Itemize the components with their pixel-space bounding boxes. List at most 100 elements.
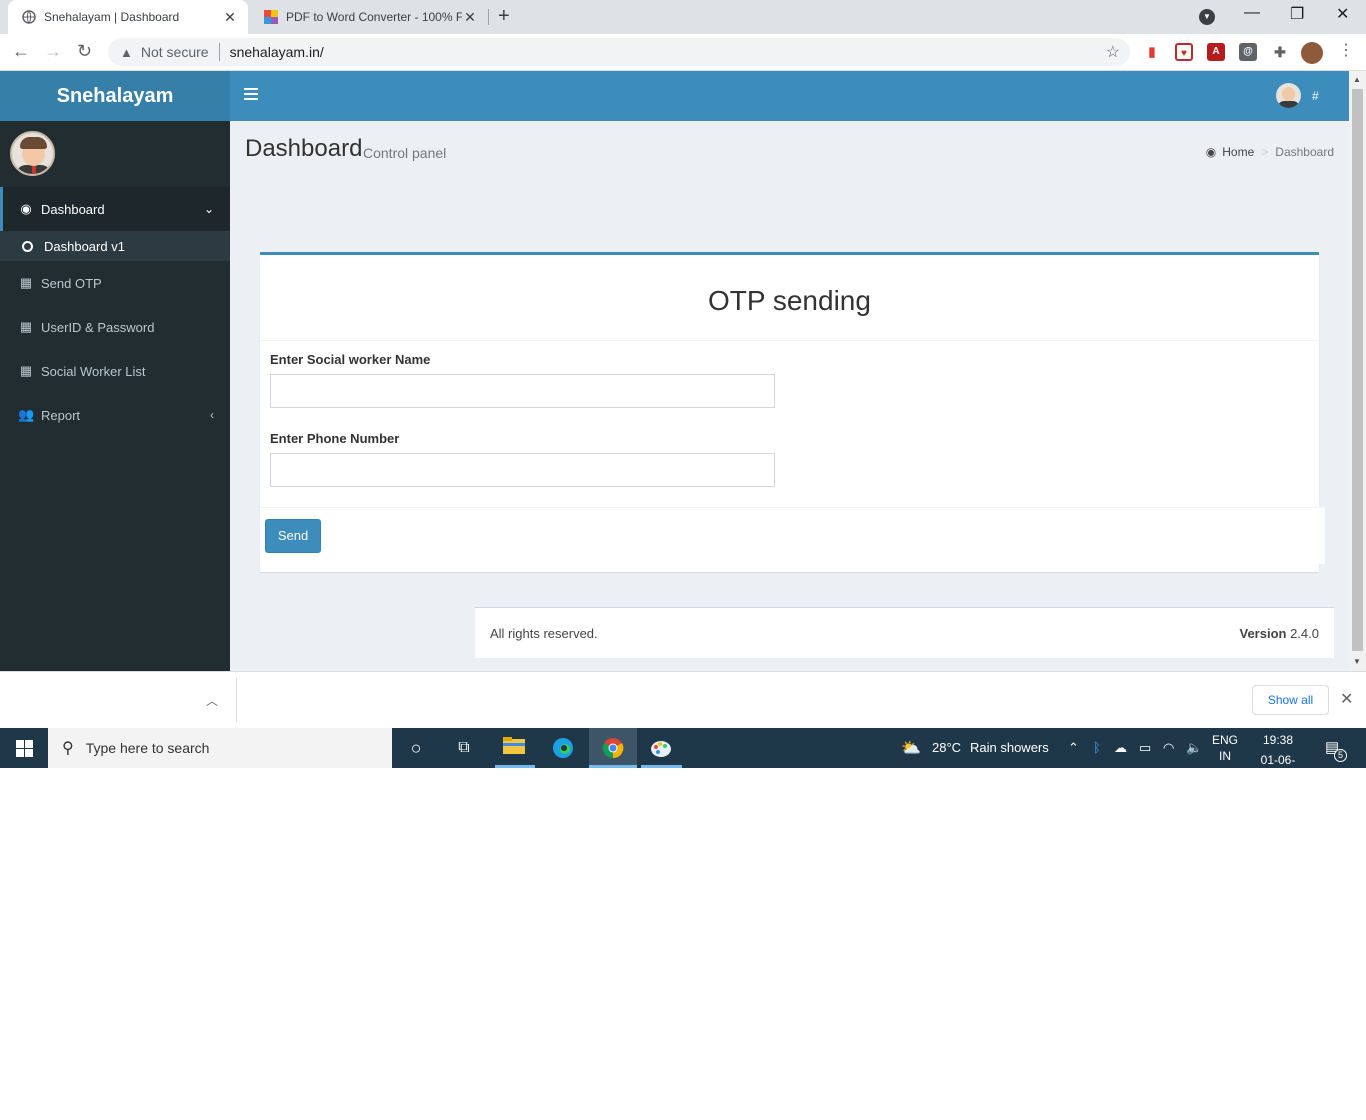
page-footer: All rights reserved. Version 2.4.0 — [475, 607, 1334, 658]
back-icon[interactable]: ← — [12, 42, 30, 60]
chevron-left-icon: ‹ — [210, 408, 214, 422]
breadcrumb: ◉ Home > Dashboard — [1206, 145, 1334, 159]
language-indicator[interactable]: ENG IN — [1212, 732, 1238, 764]
close-icon[interactable]: ✕ — [1340, 689, 1353, 709]
edge-icon[interactable] — [552, 737, 574, 759]
sidebar-item-send-otp[interactable]: ▦ Send OTP — [0, 261, 230, 305]
send-button[interactable]: Send — [265, 519, 321, 553]
chevron-down-icon: ⌄ — [203, 202, 214, 216]
scroll-thumb[interactable] — [1352, 89, 1363, 651]
page-scrollbar[interactable]: ▲ ▼ — [1349, 71, 1366, 671]
search-icon: ⚲ — [62, 740, 74, 757]
at-sign-icon[interactable]: @ — [1239, 43, 1257, 61]
tab-title: PDF to Word Converter - 100% F — [286, 10, 462, 24]
sidebar: Snehalayam ◉ Dashboard ⌄ Dashboard v1 ▦ … — [0, 71, 230, 671]
pocket-icon[interactable]: ♥ — [1175, 43, 1193, 61]
profile-avatar[interactable] — [1301, 42, 1323, 64]
clock[interactable]: 19:38 01-06-2021 — [1248, 732, 1308, 784]
tab-pdf-converter[interactable]: PDF to Word Converter - 100% F ✕ — [250, 0, 488, 34]
restore-icon[interactable]: ❐ — [1290, 4, 1304, 24]
extension-icon[interactable]: ▮ — [1143, 43, 1161, 61]
sidebar-item-label: Report — [41, 407, 81, 423]
color-grid-icon — [264, 10, 278, 24]
chevron-up-icon[interactable]: ︿ — [206, 692, 218, 709]
reload-icon[interactable]: ↻ — [77, 42, 92, 60]
sidebar-item-dashboard[interactable]: ◉ Dashboard ⌄ — [0, 187, 230, 231]
taskbar-search-placeholder: Type here to search — [85, 740, 210, 756]
task-view-icon[interactable]: ⧉ — [453, 737, 475, 759]
phone-number-input[interactable] — [270, 453, 775, 487]
chrome-icon[interactable] — [602, 737, 624, 759]
tab-search-icon[interactable]: ▼ — [1199, 9, 1215, 25]
sidebar-item-label: UserID & Password — [41, 319, 155, 335]
download-divider — [236, 678, 237, 722]
windows-start-icon[interactable] — [16, 740, 33, 757]
menu-dots-icon[interactable]: ⋮ — [1338, 42, 1354, 60]
close-tab-icon[interactable]: ✕ — [222, 9, 238, 26]
notification-badge: 5 — [1334, 749, 1347, 762]
close-tab-icon[interactable]: ✕ — [462, 9, 478, 26]
file-explorer-icon[interactable] — [503, 737, 525, 759]
breadcrumb-home[interactable]: Home — [1222, 145, 1254, 159]
calendar-icon: ▦ — [19, 275, 33, 290]
puzzle-icon[interactable]: ✚ — [1271, 43, 1289, 61]
sidebar-item-report[interactable]: 👥 Report ‹ — [0, 393, 230, 437]
bluetooth-icon[interactable]: ᛒ — [1093, 740, 1101, 755]
forward-icon[interactable]: → — [44, 42, 62, 60]
paint-icon[interactable] — [650, 737, 672, 759]
form-footer: Send — [260, 507, 1325, 564]
weather-icon[interactable]: ⛅ — [901, 738, 921, 758]
security-label: Not secure — [140, 44, 209, 60]
tab-snehalayam[interactable]: Snehalayam | Dashboard ✕ — [8, 0, 248, 34]
tab-title: Snehalayam | Dashboard — [44, 10, 180, 24]
scroll-up-icon[interactable]: ▲ — [1353, 75, 1361, 84]
address-bar: ← → ↻ ▲ Not secure snehalayam.in/ ☆ ▮ ♥ … — [0, 34, 1366, 71]
brand-logo[interactable]: Snehalayam — [0, 71, 230, 121]
new-tab-icon[interactable]: + — [498, 6, 510, 26]
bookmark-star-icon[interactable]: ☆ — [1106, 42, 1120, 62]
language-code: ENG — [1212, 733, 1239, 747]
battery-icon[interactable]: ▭ — [1139, 740, 1151, 756]
breadcrumb-current: Dashboard — [1275, 145, 1334, 159]
user-avatar-icon[interactable] — [1276, 83, 1301, 108]
page-title: Dashboard — [245, 135, 363, 162]
acrobat-icon[interactable]: A — [1207, 43, 1225, 61]
sidebar-item-label: Dashboard v1 — [44, 238, 125, 254]
weather-temp[interactable]: 28°C — [932, 740, 961, 755]
globe-icon — [22, 10, 36, 24]
sidebar-item-social-worker-list[interactable]: ▦ Social Worker List — [0, 349, 230, 393]
active-app-indicator — [495, 765, 535, 768]
warning-icon: ▲ — [120, 44, 133, 60]
otp-form-box: OTP sending Enter Social worker Name Ent… — [260, 252, 1325, 572]
active-app-indicator — [641, 765, 682, 768]
tab-divider — [488, 9, 489, 25]
form-title: OTP sending — [260, 255, 1319, 341]
version-label: Version — [1239, 626, 1287, 641]
sidebar-item-dashboard-v1[interactable]: Dashboard v1 — [0, 231, 230, 261]
minimize-icon[interactable]: — — [1244, 4, 1260, 22]
chevron-up-icon[interactable]: ⌃ — [1068, 740, 1079, 756]
onedrive-icon[interactable]: ☁ — [1114, 740, 1127, 756]
dashboard-icon: ◉ — [1205, 145, 1217, 159]
social-worker-name-input[interactable] — [270, 374, 775, 408]
clock-date: 01-06-2021 — [1260, 753, 1296, 783]
sidebar-item-userid-password[interactable]: ▦ UserID & Password — [0, 305, 230, 349]
taskbar-search[interactable]: ⚲ Type here to search — [48, 728, 392, 768]
hamburger-menu-icon[interactable] — [244, 88, 258, 103]
users-icon: 👥 — [18, 407, 35, 422]
volume-icon[interactable]: 🔈 — [1186, 740, 1202, 756]
calendar-icon: ▦ — [19, 363, 33, 378]
sidebar-item-label: Dashboard — [41, 201, 105, 217]
user-menu-label[interactable]: # — [1312, 89, 1319, 103]
show-all-button[interactable]: Show all — [1252, 685, 1329, 715]
browser-tab-strip: Snehalayam | Dashboard ✕ PDF to Word Con… — [0, 0, 1366, 34]
scroll-down-icon[interactable]: ▼ — [1353, 657, 1361, 666]
user-panel — [0, 121, 230, 187]
top-navbar: # — [230, 71, 1349, 121]
weather-text[interactable]: Rain showers — [970, 740, 1049, 755]
close-window-icon[interactable]: ✕ — [1336, 4, 1349, 24]
url-text[interactable]: snehalayam.in/ — [230, 44, 324, 60]
cortana-icon[interactable]: ○ — [405, 737, 427, 759]
omnibox[interactable]: ▲ Not secure snehalayam.in/ ☆ — [108, 38, 1130, 66]
wifi-icon[interactable]: ◠ — [1163, 740, 1174, 756]
